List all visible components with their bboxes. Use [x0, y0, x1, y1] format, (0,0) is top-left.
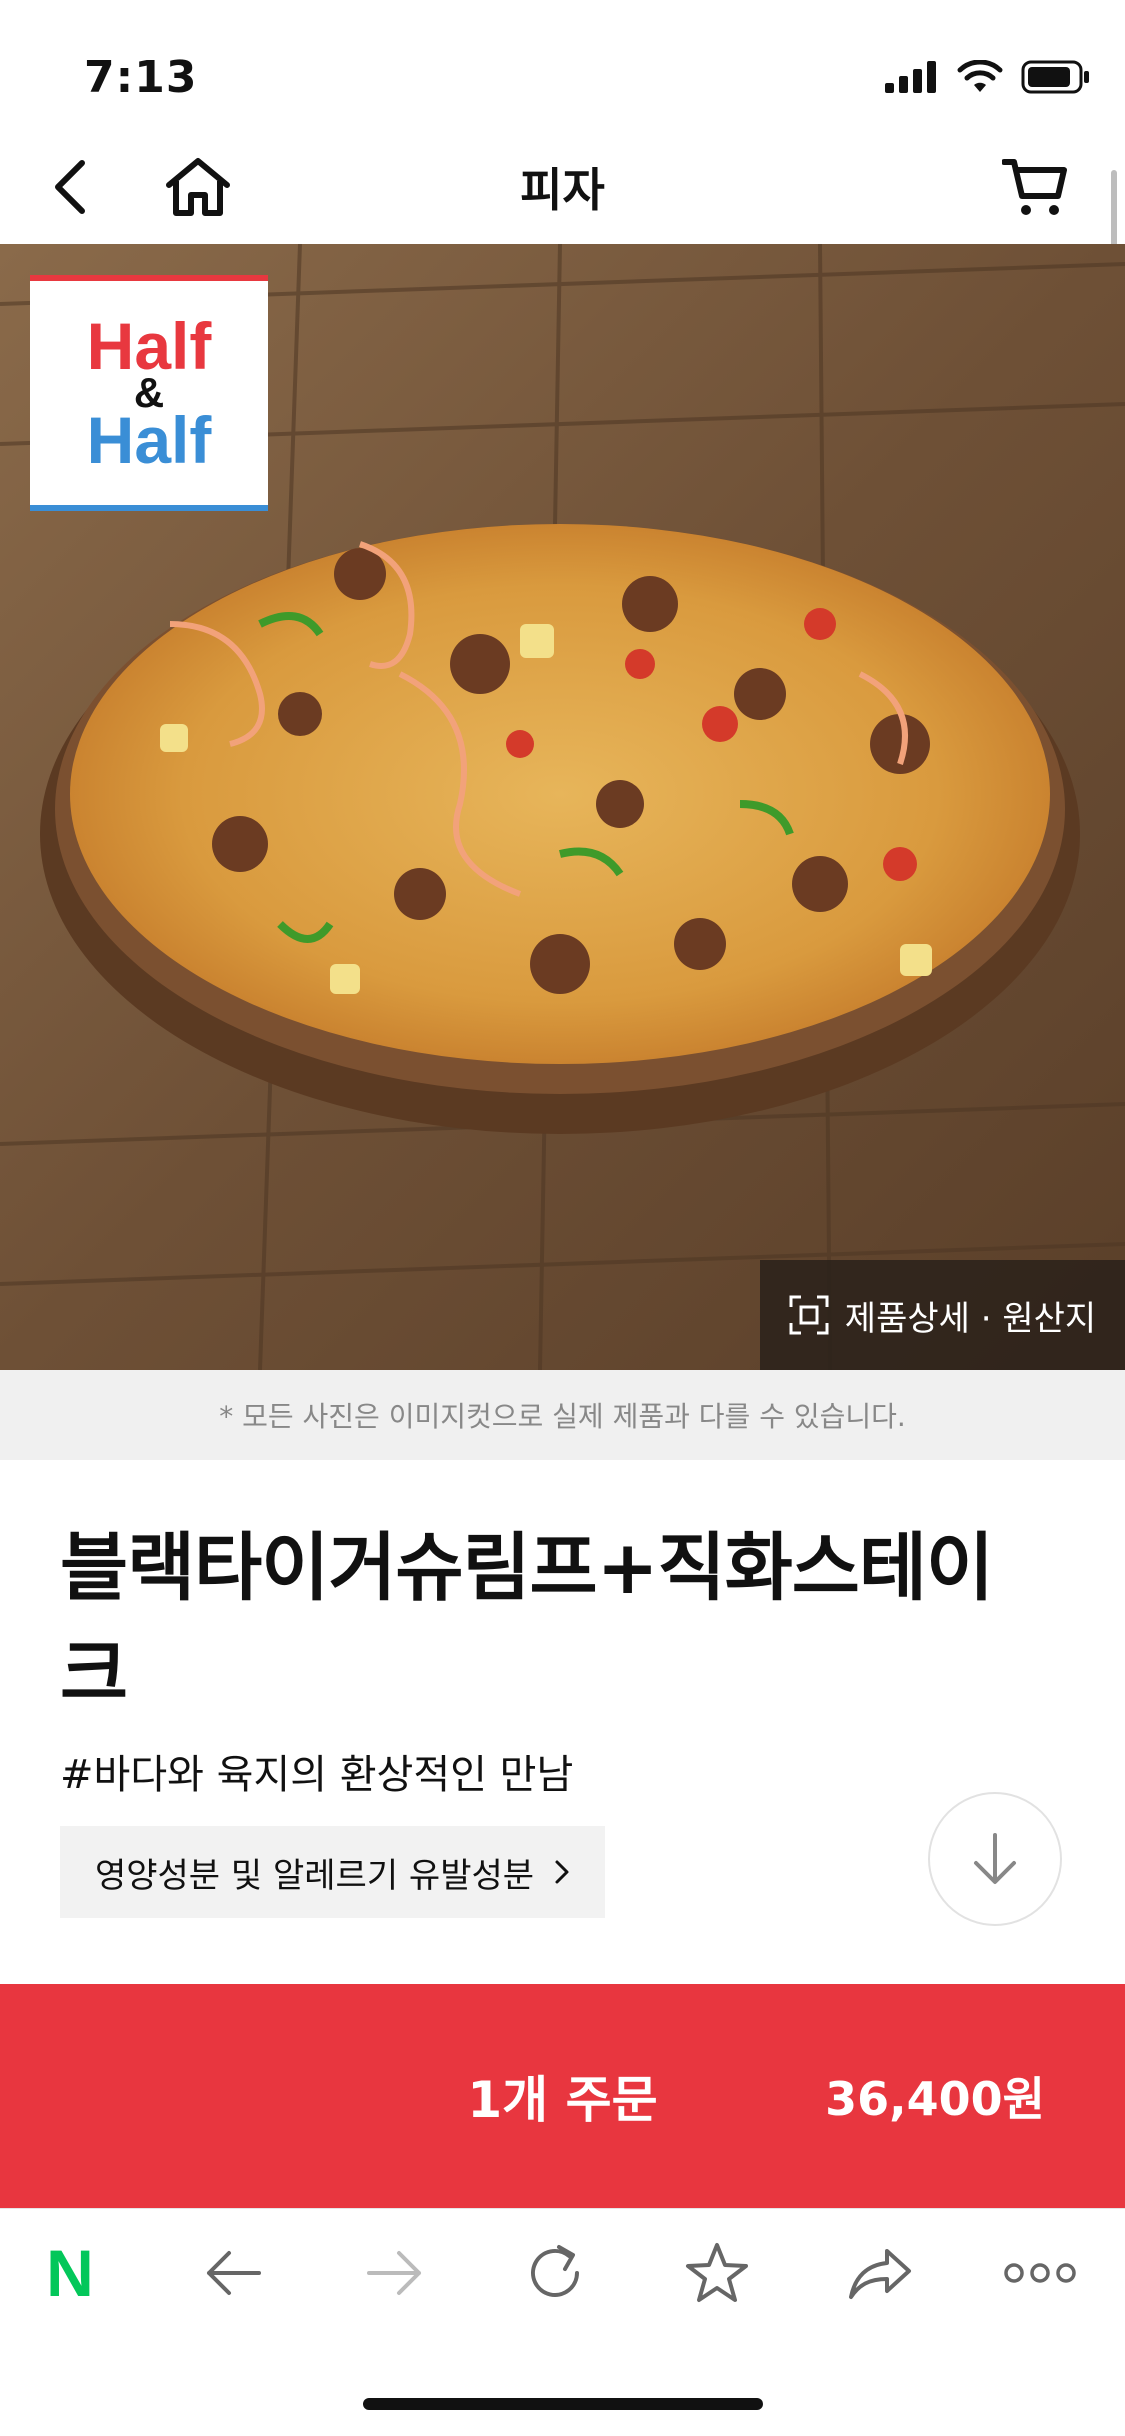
browser-bookmark-button[interactable] [657, 2209, 777, 2337]
browser-share-button[interactable] [820, 2209, 940, 2337]
order-price: 36,400원 [825, 2072, 1045, 2126]
status-icons [885, 60, 1091, 94]
allergen-info-label: 영양성분 및 알레르기 유발성분 [94, 1855, 535, 1896]
arrow-right-icon [367, 2251, 421, 2295]
browser-back-button[interactable] [173, 2209, 293, 2337]
naver-logo-icon: N [46, 2236, 94, 2310]
naver-home-button[interactable]: N [10, 2209, 130, 2337]
order-button[interactable]: 1개 주문 36,400원 [0, 1984, 1125, 2208]
star-icon [686, 2243, 748, 2302]
browser-forward-button[interactable] [335, 2209, 455, 2337]
signal-icon [885, 61, 936, 93]
page-title: 피자 [520, 163, 605, 217]
status-time: 7:13 [84, 52, 198, 103]
product-tagline: #바다와 육지의 환상적인 만남 [60, 1752, 574, 1798]
wifi-icon [957, 60, 1003, 92]
refresh-icon [531, 2245, 579, 2297]
arrow-left-icon [207, 2251, 261, 2295]
half-and-half-badge: Half & Half [30, 275, 268, 511]
status-bar: 7:13 [0, 0, 1125, 130]
browser-more-button[interactable] [980, 2209, 1100, 2337]
product-title: 블랙타이거슈림프+직화스테이크 [60, 1525, 994, 1717]
nav-bar: 피자 [0, 130, 1125, 244]
expand-frame-icon [789, 1295, 829, 1335]
more-icon [1004, 2263, 1076, 2283]
scroll-down-button[interactable] [928, 1792, 1062, 1926]
badge-line-1: Half [86, 309, 212, 383]
cart-icon [1002, 159, 1067, 215]
arrow-down-icon [974, 1833, 1016, 1884]
share-icon [849, 2249, 911, 2299]
browser-toolbar: N [0, 2208, 1125, 2337]
chevron-right-icon [555, 1860, 569, 1884]
home-indicator[interactable] [363, 2398, 763, 2410]
battery-icon [1021, 60, 1089, 94]
product-detail-button[interactable]: 제품상세 · 원산지 [760, 1260, 1125, 1370]
photo-disclaimer: * 모든 사진은 이미지컷으로 실제 제품과 다를 수 있습니다. [0, 1370, 1125, 1460]
allergen-info-button[interactable]: 영양성분 및 알레르기 유발성분 [60, 1826, 605, 1918]
cart-button[interactable] [995, 130, 1075, 244]
browser-refresh-button[interactable] [495, 2209, 615, 2337]
product-detail-label: 제품상세 · 원산지 [844, 1298, 1097, 1339]
badge-line-3: Half [86, 403, 212, 477]
